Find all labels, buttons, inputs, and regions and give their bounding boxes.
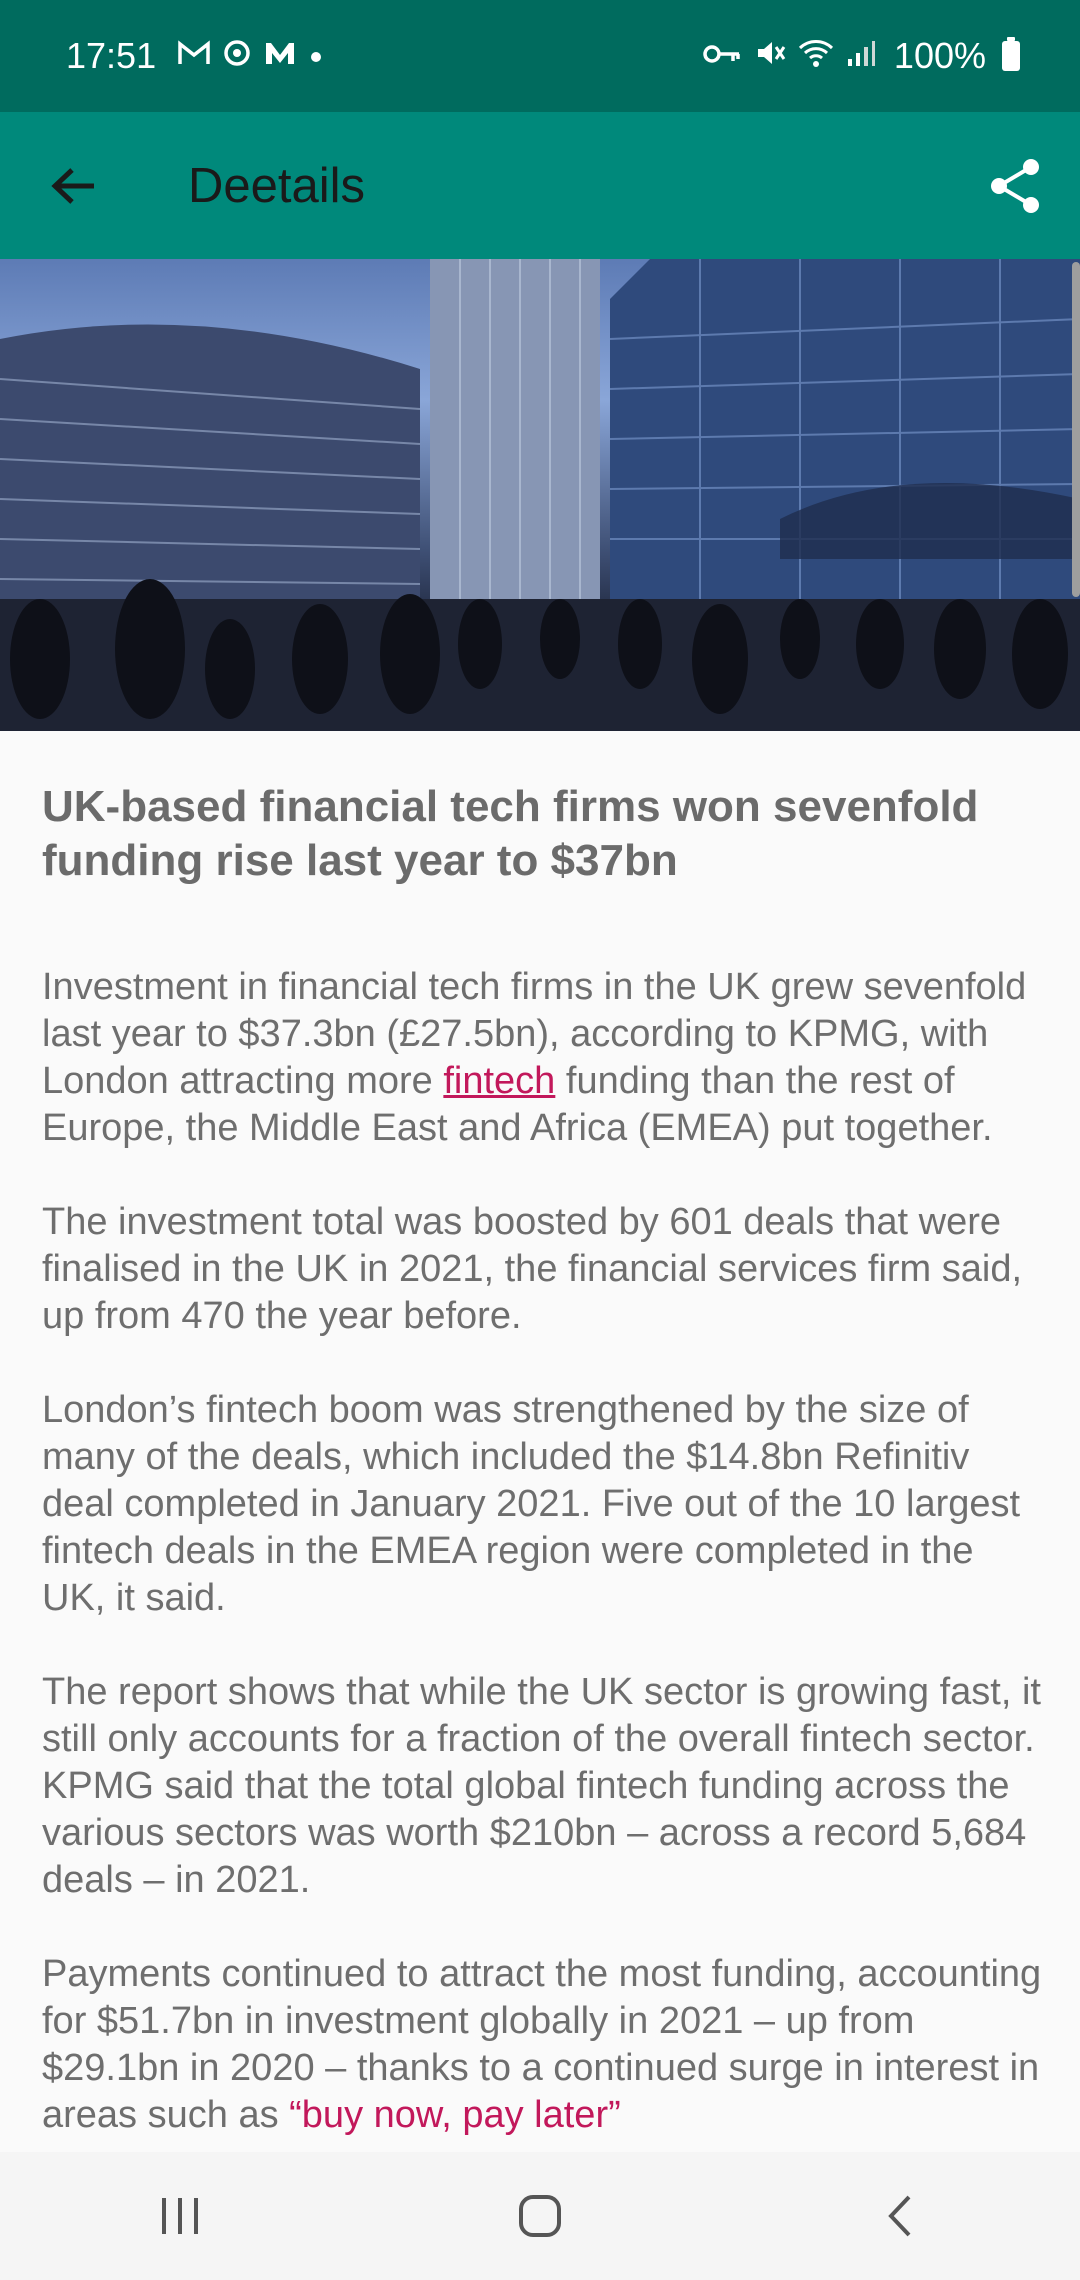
m-app-icon xyxy=(264,40,296,72)
status-right: 100% xyxy=(702,35,1020,77)
article-title: UK-based financial tech firms won sevenf… xyxy=(42,782,979,885)
app-bar: Deetails xyxy=(0,112,1080,259)
home-icon xyxy=(519,2195,561,2237)
home-button[interactable] xyxy=(465,2152,615,2280)
article-body: UK-based financial tech firms won sevenf… xyxy=(42,780,1042,2186)
gmail-icon xyxy=(178,40,210,72)
dot-icon xyxy=(308,41,324,71)
wifi-icon xyxy=(798,38,834,74)
fintech-link[interactable]: fintech xyxy=(443,1060,555,1102)
status-bar: 17:51 100% xyxy=(0,0,1080,112)
article-paragraph-5: Payments continued to attract the most f… xyxy=(42,1951,1042,2139)
system-nav-bar xyxy=(0,2152,1080,2280)
battery-percent: 100% xyxy=(893,35,986,76)
sync-icon xyxy=(222,38,252,74)
page-title: Deetails xyxy=(188,158,366,213)
share-icon xyxy=(991,158,1039,213)
recent-apps-button[interactable] xyxy=(105,2152,255,2280)
city-skyline-image xyxy=(0,259,1080,731)
recent-apps-icon xyxy=(162,2198,198,2234)
arrow-back-icon xyxy=(51,167,94,204)
article-hero-image xyxy=(0,259,1080,731)
bnpl-link[interactable]: “buy now, pay later” xyxy=(289,2094,621,2136)
status-left: 17:51 xyxy=(66,35,324,77)
nav-back-button[interactable] xyxy=(825,2152,975,2280)
vpn-key-icon xyxy=(702,41,742,71)
back-button[interactable] xyxy=(0,112,146,259)
mute-icon xyxy=(754,37,786,75)
back-icon xyxy=(888,2195,911,2237)
status-time: 17:51 xyxy=(66,35,157,76)
article-paragraph-2: The investment total was boosted by 601 … xyxy=(42,1201,1023,1337)
article-paragraph-4: The report shows that while the UK secto… xyxy=(42,1671,1041,1901)
share-button[interactable] xyxy=(950,112,1080,259)
signal-icon xyxy=(846,39,876,73)
article-paragraph-3: London’s fintech boom was strengthened b… xyxy=(42,1389,1021,1619)
battery-icon xyxy=(1002,37,1020,71)
article-paragraph-1: Investment in financial tech firms in th… xyxy=(42,964,1042,1152)
scrollbar-thumb[interactable] xyxy=(1072,262,1080,597)
